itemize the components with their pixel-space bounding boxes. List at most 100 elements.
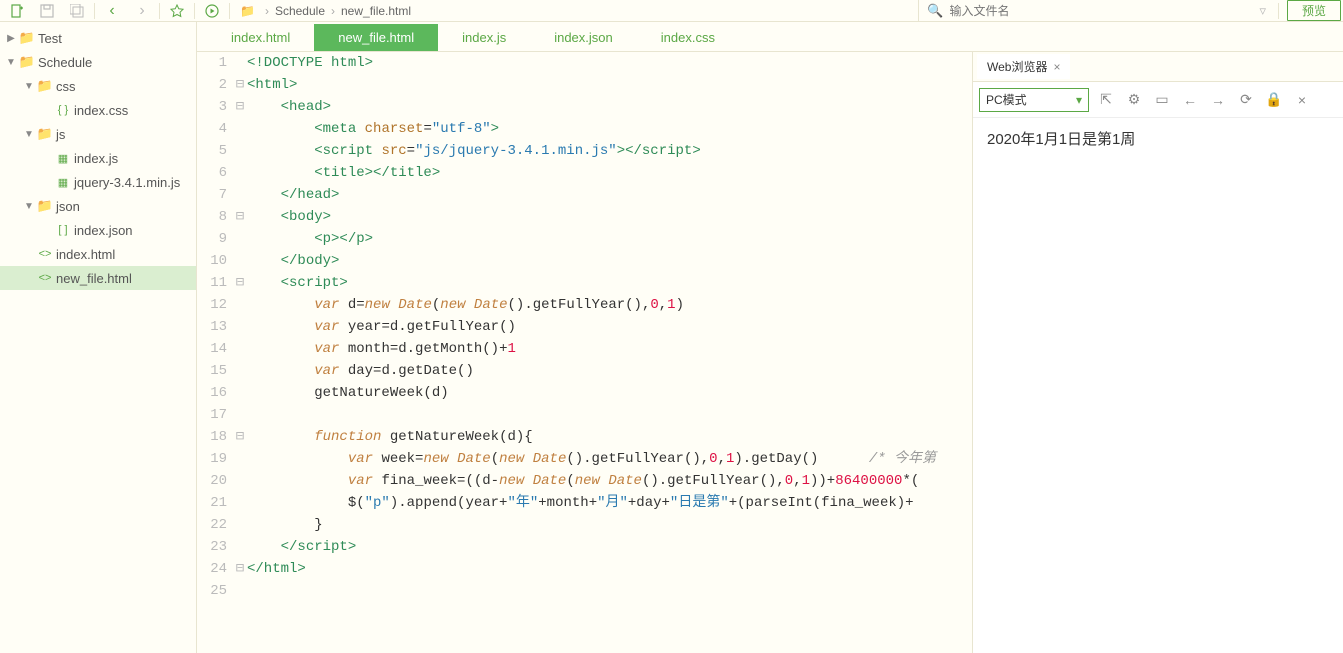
tree-label: css	[56, 79, 76, 94]
open-external-icon[interactable]: ⇱	[1095, 89, 1117, 111]
code-line[interactable]: <!DOCTYPE html>	[247, 52, 972, 74]
file-icon: 📁	[18, 54, 36, 70]
device-icon[interactable]: ▭	[1151, 89, 1173, 111]
tree-item-index-json[interactable]: [ ]index.json	[0, 218, 196, 242]
code-line[interactable]: <html>	[247, 74, 972, 96]
editor-tabs: index.htmlnew_file.htmlindex.jsindex.jso…	[197, 22, 1343, 52]
code-line[interactable]: </html>	[247, 558, 972, 580]
code-line[interactable]: </body>	[247, 250, 972, 272]
close-panel-icon[interactable]: ×	[1291, 89, 1313, 111]
tree-item-new_file-html[interactable]: <>new_file.html	[0, 266, 196, 290]
browser-output: 2020年1月1日是第1周	[973, 118, 1343, 653]
code-line[interactable]	[247, 404, 972, 426]
code-line[interactable]: <body>	[247, 206, 972, 228]
code-line[interactable]: function getNatureWeek(d){	[247, 426, 972, 448]
chevron-icon[interactable]: ▶	[4, 33, 18, 44]
back-icon[interactable]: ‹	[97, 1, 127, 21]
new-file-icon[interactable]	[2, 1, 32, 21]
nav-forward-icon[interactable]: →	[1207, 89, 1229, 111]
tree-item-json[interactable]: ▼📁json	[0, 194, 196, 218]
browser-panel: Web浏览器 × PC模式 ▾ ⇱ ⚙ ▭ ← → ⟳ 🔒 ×	[973, 52, 1343, 653]
tree-label: json	[56, 199, 80, 214]
tab-index-html[interactable]: index.html	[207, 24, 314, 51]
code-line[interactable]: <script src="js/jquery-3.4.1.min.js"></s…	[247, 140, 972, 162]
code-line[interactable]: $("p").append(year+"年"+month+"月"+day+"日是…	[247, 492, 972, 514]
folder-icon: 📁	[240, 4, 255, 18]
file-icon: 📁	[36, 78, 54, 94]
code-line[interactable]: var month=d.getMonth()+1	[247, 338, 972, 360]
chevron-down-icon: ▾	[1076, 93, 1082, 107]
code-line[interactable]: </script>	[247, 536, 972, 558]
tree-label: js	[56, 127, 65, 142]
tree-label: Test	[38, 31, 62, 46]
file-tree: ▶📁Test▼📁Schedule▼📁css{ }index.css▼📁js▦in…	[0, 22, 197, 653]
filter-icon[interactable]: ▿	[1259, 3, 1266, 19]
star-icon[interactable]	[162, 1, 192, 21]
code-line[interactable]: <title></title>	[247, 162, 972, 184]
output-text: 2020年1月1日是第1周	[987, 131, 1135, 148]
tree-label: index.css	[74, 103, 128, 118]
code-line[interactable]: }	[247, 514, 972, 536]
gear-icon[interactable]: ⚙	[1123, 89, 1145, 111]
tree-item-index-html[interactable]: <>index.html	[0, 242, 196, 266]
code-line[interactable]: <p></p>	[247, 228, 972, 250]
chevron-icon[interactable]: ▼	[22, 129, 36, 140]
tree-label: new_file.html	[56, 271, 132, 286]
code-line[interactable]: var year=d.getFullYear()	[247, 316, 972, 338]
tab-index-js[interactable]: index.js	[438, 24, 530, 51]
close-icon[interactable]: ×	[1053, 60, 1060, 74]
lock-icon[interactable]: 🔒	[1263, 89, 1285, 111]
browser-tab-label: Web浏览器	[987, 58, 1047, 75]
code-line[interactable]: var fina_week=((d-new Date(new Date().ge…	[247, 470, 972, 492]
tree-label: index.html	[56, 247, 115, 262]
file-icon: [ ]	[54, 224, 72, 236]
code-line[interactable]: <script>	[247, 272, 972, 294]
code-line[interactable]: <meta charset="utf-8">	[247, 118, 972, 140]
breadcrumb-file[interactable]: new_file.html	[341, 4, 411, 18]
file-icon: 📁	[36, 198, 54, 214]
file-icon: { }	[54, 104, 72, 116]
code-line[interactable]: getNatureWeek(d)	[247, 382, 972, 404]
code-editor[interactable]: 1234567891011121314151617181920212223242…	[197, 52, 973, 653]
tree-label: jquery-3.4.1.min.js	[74, 175, 180, 190]
breadcrumb-folder[interactable]: Schedule	[275, 4, 325, 18]
tree-item-js[interactable]: ▼📁js	[0, 122, 196, 146]
tab-index-json[interactable]: index.json	[530, 24, 637, 51]
code-line[interactable]: var week=new Date(new Date().getFullYear…	[247, 448, 972, 470]
save-all-icon[interactable]	[62, 1, 92, 21]
tree-item-index-js[interactable]: ▦index.js	[0, 146, 196, 170]
code-line[interactable]	[247, 580, 972, 602]
file-icon: ▦	[54, 152, 72, 165]
code-line[interactable]: <head>	[247, 96, 972, 118]
tree-item-jquery-3-4-1-min-js[interactable]: ▦jquery-3.4.1.min.js	[0, 170, 196, 194]
search-icon: 🔍	[927, 3, 943, 19]
refresh-icon[interactable]: ⟳	[1235, 89, 1257, 111]
tree-item-Test[interactable]: ▶📁Test	[0, 26, 196, 50]
main-toolbar: ‹ › 📁 › Schedule › new_file.html 🔍 ▿ 预览	[0, 0, 1343, 22]
save-icon[interactable]	[32, 1, 62, 21]
search-input[interactable]	[949, 4, 1249, 18]
tree-item-css[interactable]: ▼📁css	[0, 74, 196, 98]
tree-label: Schedule	[38, 55, 92, 70]
tab-index-css[interactable]: index.css	[637, 24, 739, 51]
tree-item-index-css[interactable]: { }index.css	[0, 98, 196, 122]
mode-label: PC模式	[986, 91, 1027, 108]
run-icon[interactable]	[197, 1, 227, 21]
tab-new_file-html[interactable]: new_file.html	[314, 24, 438, 51]
chevron-icon[interactable]: ▼	[4, 57, 18, 68]
nav-back-icon[interactable]: ←	[1179, 89, 1201, 111]
chevron-icon[interactable]: ▼	[22, 81, 36, 92]
mode-select[interactable]: PC模式 ▾	[979, 88, 1089, 112]
breadcrumb: 📁 › Schedule › new_file.html	[240, 4, 411, 18]
file-icon: 📁	[18, 30, 36, 46]
code-line[interactable]: var day=d.getDate()	[247, 360, 972, 382]
preview-button[interactable]: 预览	[1287, 0, 1341, 21]
browser-tab[interactable]: Web浏览器 ×	[977, 54, 1070, 79]
forward-icon[interactable]: ›	[127, 1, 157, 21]
tree-item-Schedule[interactable]: ▼📁Schedule	[0, 50, 196, 74]
code-line[interactable]: </head>	[247, 184, 972, 206]
file-icon: ▦	[54, 176, 72, 189]
code-line[interactable]: var d=new Date(new Date().getFullYear(),…	[247, 294, 972, 316]
chevron-icon[interactable]: ▼	[22, 201, 36, 212]
file-icon: <>	[36, 272, 54, 284]
